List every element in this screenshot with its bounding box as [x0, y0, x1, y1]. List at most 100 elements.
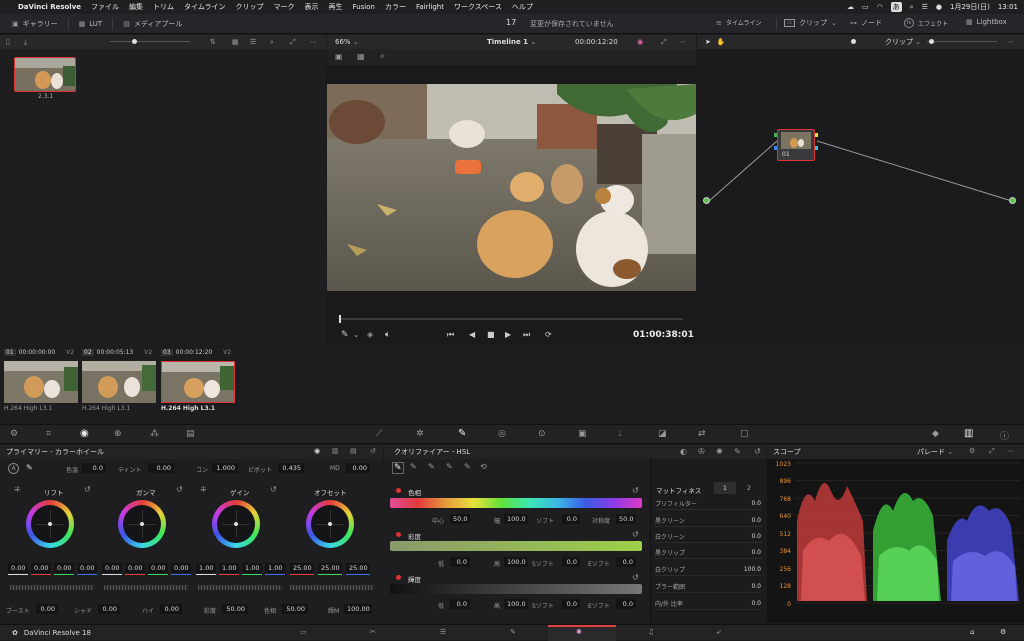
matte-row[interactable]: 白クリーン 0.0 — [655, 530, 761, 543]
control-center-icon[interactable]: ☰ — [922, 3, 928, 11]
skip-to-start-icon[interactable]: ⏮︎ — [447, 330, 454, 340]
lift-reset-icon[interactable]: ↺ — [84, 485, 91, 494]
lum-range-bar[interactable] — [390, 584, 642, 594]
node-key-out[interactable] — [815, 146, 818, 150]
sidebar-toggle-icon[interactable]: ▯ — [6, 38, 10, 46]
layers-icon[interactable]: ◈ — [367, 330, 373, 339]
search-icon[interactable]: ⌕ — [910, 3, 914, 12]
qualifier-picker-icon[interactable]: ✎ — [392, 462, 404, 474]
search-icon[interactable]: ⌕ — [270, 38, 274, 47]
offset-b[interactable]: 25.00 — [346, 563, 370, 573]
menu-help[interactable]: ヘルプ — [512, 2, 533, 12]
media-page-icon[interactable]: ▭ — [300, 628, 307, 636]
offset-master-wheel[interactable] — [290, 585, 374, 590]
clip-item-3-selected[interactable]: 03 00:00:12:20 V2 H.264 High L3.1 — [161, 347, 235, 412]
window-icon[interactable]: ◎ — [498, 429, 506, 439]
menu-workspace[interactable]: ワークスペース — [454, 2, 502, 12]
gain-reset-icon[interactable]: ↺ — [270, 485, 277, 494]
lum-enable-toggle[interactable] — [396, 575, 401, 580]
node-output-port[interactable] — [1009, 197, 1016, 204]
lum-low-field[interactable]: 0.0 — [450, 599, 470, 609]
image-wipe-icon[interactable]: ▣ — [335, 52, 343, 61]
scopes-icon[interactable]: ▥ — [964, 428, 973, 439]
highlight-field[interactable]: 0.00 — [160, 604, 182, 614]
viewer-timecode[interactable]: 00:00:12:20 — [575, 38, 618, 46]
color-picker-icon[interactable]: ◉ — [637, 38, 643, 46]
menu-file[interactable]: ファイル — [91, 2, 119, 12]
lift-b[interactable]: 0.00 — [77, 563, 97, 573]
fusion-page-icon[interactable]: ✎ — [510, 628, 516, 636]
node-mode-dropdown[interactable]: クリップ ⌄ — [885, 37, 921, 47]
node-input-port[interactable] — [703, 197, 710, 204]
hand-icon[interactable]: ✋ — [717, 38, 726, 46]
gamma-r[interactable]: 0.00 — [125, 563, 145, 573]
menu-color[interactable]: カラー — [385, 2, 406, 12]
lum-high-field[interactable]: 100.0 — [504, 599, 528, 609]
node-slider-handle[interactable] — [929, 39, 934, 44]
corrector-node[interactable]: 01 — [774, 129, 818, 161]
picker-minus-icon[interactable]: ✎ — [410, 462, 417, 471]
picker-plus-icon[interactable]: ✎ — [428, 462, 435, 471]
menu-clip[interactable]: クリップ — [236, 2, 264, 12]
playhead-track[interactable] — [339, 318, 683, 320]
color-page-tab[interactable] — [548, 625, 616, 641]
menu-timeline[interactable]: タイムライン — [184, 2, 226, 12]
mode-hsl-icon[interactable]: ◐ — [680, 447, 687, 456]
auto-balance-icon[interactable]: A — [8, 463, 19, 474]
offset-wheel[interactable] — [306, 500, 354, 548]
play-reverse-icon[interactable]: ◀︎ — [469, 330, 475, 339]
settings-icon[interactable]: ⚙ — [1000, 628, 1006, 636]
nodes-button[interactable]: ⊶ ノード — [850, 18, 882, 28]
home-icon[interactable]: ⌂ — [970, 628, 974, 636]
menu-time[interactable]: 13:01 — [998, 3, 1018, 11]
list-view-icon[interactable]: ☰ — [250, 38, 256, 46]
gamma-reset-icon[interactable]: ↺ — [176, 485, 183, 494]
contrast-field[interactable]: 1.000 — [212, 463, 238, 473]
wheels-mode-icon[interactable]: ◉ — [314, 447, 320, 455]
menu-playback[interactable]: 再生 — [329, 2, 343, 12]
hue-width-field[interactable]: 100.0 — [504, 514, 528, 524]
lift-wheel[interactable] — [26, 500, 74, 548]
pivot-field[interactable]: 0.435 — [278, 463, 304, 473]
gamma-b[interactable]: 0.00 — [171, 563, 191, 573]
clip-item-1[interactable]: 01 00:00:00:00 V2 H.264 High L3.1 — [4, 347, 78, 412]
mode-rgb-icon[interactable]: ✇ — [698, 447, 705, 456]
white-balance-picker-icon[interactable]: ✎ — [26, 463, 33, 472]
lum-lsoft-field[interactable]: 0.0 — [562, 599, 580, 609]
node-rgb-in[interactable] — [774, 133, 777, 137]
lum-mix-field[interactable]: 100.00 — [344, 604, 372, 614]
gain-b[interactable]: 1.00 — [265, 563, 285, 573]
more-options-icon[interactable]: ⋯ — [679, 38, 686, 46]
gain-r[interactable]: 1.00 — [219, 563, 239, 573]
video-frame[interactable] — [327, 84, 696, 291]
sat-enable-toggle[interactable] — [396, 532, 401, 537]
gamma-wheel[interactable] — [118, 500, 166, 548]
hue-soft-field[interactable]: 0.0 — [562, 514, 580, 524]
menu-fairlight[interactable]: Fairlight — [416, 3, 444, 11]
scope-expand-icon[interactable]: ⤢ — [989, 447, 995, 456]
sat-high-field[interactable]: 100.0 — [504, 557, 528, 567]
gain-y[interactable]: 1.00 — [196, 563, 216, 573]
hue-range-bar[interactable] — [390, 498, 642, 508]
hdr-wheels-icon[interactable]: ⊕ — [114, 429, 122, 439]
import-icon[interactable]: ⤓ — [24, 38, 27, 47]
gamma-master-wheel[interactable] — [104, 585, 188, 590]
motion-effects-icon[interactable]: ▤ — [186, 429, 195, 439]
sort-icon[interactable]: ⇅ — [210, 38, 216, 46]
clips-button[interactable]: ▭ クリップ ⌄ — [784, 18, 837, 28]
keyframes-icon[interactable]: ◆ — [932, 429, 939, 439]
tracker-icon[interactable]: ⊙ — [538, 429, 546, 439]
sat-hsoft-field[interactable]: 0.0 — [616, 557, 636, 567]
hue-center-field[interactable]: 50.0 — [450, 514, 470, 524]
lightbox-button[interactable]: ▦ Lightbox — [966, 18, 1007, 26]
matte-tab-2[interactable]: 2 — [738, 482, 760, 494]
offset-r[interactable]: 25.00 — [290, 563, 314, 573]
clip-item-2[interactable]: 02 00:00:05:13 V2 H.264 High L3.1 — [82, 347, 156, 412]
playhead[interactable] — [339, 315, 341, 323]
matte-row[interactable]: 黒クリップ 0.0 — [655, 546, 761, 559]
mode-lum-icon[interactable]: ✺ — [716, 447, 723, 456]
lum-hsoft-field[interactable]: 0.0 — [616, 599, 636, 609]
node-zoom-handle[interactable] — [851, 39, 856, 44]
matte-row[interactable]: プリフィルター 0.0 — [655, 497, 761, 510]
edit-page-icon[interactable]: ☰ — [440, 628, 446, 636]
